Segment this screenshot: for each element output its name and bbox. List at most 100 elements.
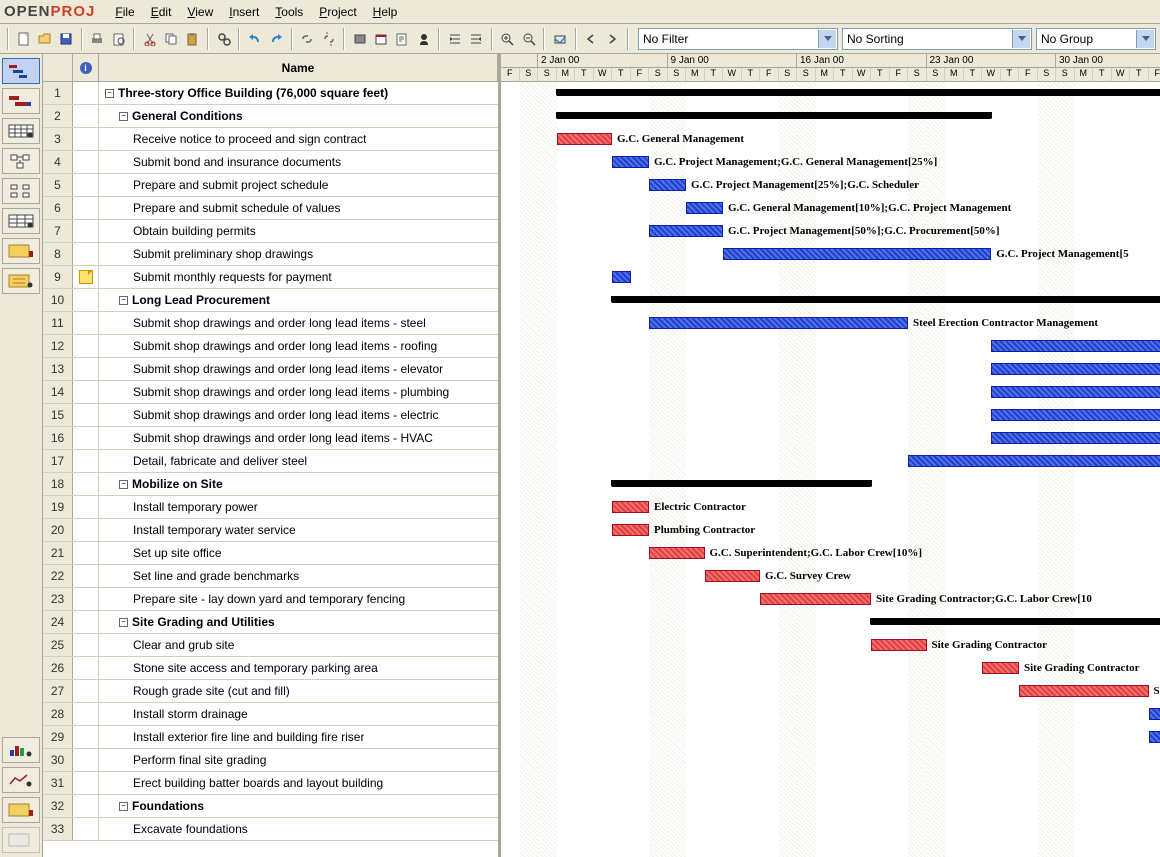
task-bar[interactable]: G.C. Survey Crew — [705, 570, 761, 582]
name-cell[interactable]: Submit bond and insurance documents — [99, 151, 498, 173]
name-cell[interactable]: Install storm drainage — [99, 703, 498, 725]
name-cell[interactable]: Erect building batter boards and layout … — [99, 772, 498, 794]
name-cell[interactable]: Submit preliminary shop drawings — [99, 243, 498, 265]
task-bar[interactable] — [991, 409, 1160, 421]
row-number[interactable]: 16 — [43, 427, 73, 449]
row-number[interactable]: 28 — [43, 703, 73, 725]
name-cell[interactable]: Rough grade site (cut and fill) — [99, 680, 498, 702]
name-cell[interactable]: Install temporary water service — [99, 519, 498, 541]
task-row[interactable]: 30 Perform final site grading — [43, 749, 498, 772]
name-cell[interactable]: Obtain building permits — [99, 220, 498, 242]
task-bar[interactable] — [991, 386, 1160, 398]
row-number[interactable]: 26 — [43, 657, 73, 679]
table-view-button[interactable] — [2, 797, 40, 823]
row-number[interactable]: 24 — [43, 611, 73, 633]
name-cell[interactable]: Stone site access and temporary parking … — [99, 657, 498, 679]
row-number[interactable]: 2 — [43, 105, 73, 127]
menu-view[interactable]: View — [179, 2, 221, 22]
task-row[interactable]: 24−Site Grading and Utilities — [43, 611, 498, 634]
copy-button[interactable] — [162, 28, 181, 50]
name-cell[interactable]: Submit shop drawings and order long lead… — [99, 427, 498, 449]
task-bar[interactable] — [991, 340, 1160, 352]
name-cell[interactable]: −Foundations — [99, 795, 498, 817]
row-number[interactable]: 33 — [43, 818, 73, 840]
row-number[interactable]: 20 — [43, 519, 73, 541]
task-info-button[interactable] — [350, 28, 369, 50]
task-bar[interactable] — [1149, 708, 1160, 720]
menu-insert[interactable]: Insert — [221, 2, 267, 22]
undo-button[interactable] — [245, 28, 264, 50]
gantt-body[interactable]: G.C. General Management G.C. Project Mana… — [501, 82, 1160, 857]
row-number[interactable]: 31 — [43, 772, 73, 794]
row-number[interactable]: 9 — [43, 266, 73, 288]
report-view-button[interactable] — [2, 238, 40, 264]
row-number[interactable]: 12 — [43, 335, 73, 357]
name-cell[interactable]: Install exterior fire line and building … — [99, 726, 498, 748]
find-button[interactable] — [214, 28, 233, 50]
task-row[interactable]: 27Rough grade site (cut and fill) — [43, 680, 498, 703]
task-row[interactable]: 20 Install temporary water service — [43, 519, 498, 542]
summary-bar[interactable] — [557, 112, 992, 119]
task-usage-button[interactable] — [2, 268, 40, 294]
task-row[interactable]: 23Prepare site - lay down yard and tempo… — [43, 588, 498, 611]
task-bar[interactable]: G.C. General Management — [557, 133, 613, 145]
redo-button[interactable] — [267, 28, 286, 50]
task-row[interactable]: 7Obtain building permits — [43, 220, 498, 243]
task-row[interactable]: 8Submit preliminary shop drawings — [43, 243, 498, 266]
menu-tools[interactable]: Tools — [267, 2, 311, 22]
open-button[interactable] — [35, 28, 54, 50]
resources-view-button[interactable] — [2, 148, 40, 174]
task-bar[interactable]: G.C. General Management[10%];G.C. Projec… — [686, 202, 723, 214]
task-bar[interactable]: Electric Contractor — [612, 501, 649, 513]
name-header[interactable]: Name — [99, 54, 498, 81]
name-cell[interactable]: Excavate foundations — [99, 818, 498, 840]
link-button[interactable] — [298, 28, 317, 50]
filter-combo[interactable]: No Filter — [638, 28, 838, 50]
row-number[interactable]: 30 — [43, 749, 73, 771]
task-row[interactable]: 31 Erect building batter boards and layou… — [43, 772, 498, 795]
task-row[interactable]: 12 Submit shop drawings and order long le… — [43, 335, 498, 358]
task-row[interactable]: 16 Submit shop drawings and order long le… — [43, 427, 498, 450]
summary-bar[interactable] — [612, 296, 1160, 303]
prev-button[interactable] — [582, 28, 601, 50]
row-number[interactable]: 1 — [43, 82, 73, 104]
collapse-icon[interactable]: − — [119, 112, 128, 121]
task-row[interactable]: 15Submit shop drawings and order long le… — [43, 404, 498, 427]
name-cell[interactable]: Prepare site - lay down yard and tempora… — [99, 588, 498, 610]
summary-bar[interactable] — [871, 618, 1160, 625]
collapse-icon[interactable]: − — [119, 296, 128, 305]
rbs-view-button[interactable] — [2, 208, 40, 234]
cut-button[interactable] — [140, 28, 159, 50]
name-cell[interactable]: −Mobilize on Site — [99, 473, 498, 495]
unlink-button[interactable] — [319, 28, 338, 50]
save-button[interactable] — [57, 28, 76, 50]
network-view-button[interactable] — [2, 118, 40, 144]
name-cell[interactable]: Submit shop drawings and order long lead… — [99, 335, 498, 357]
task-row[interactable]: 3Receive notice to proceed and sign cont… — [43, 128, 498, 151]
new-button[interactable] — [14, 28, 33, 50]
notes-button[interactable] — [393, 28, 412, 50]
task-bar[interactable]: G.C. Superintendent;G.C. Labor Crew[10%] — [649, 547, 705, 559]
row-number[interactable]: 15 — [43, 404, 73, 426]
name-cell[interactable]: Submit shop drawings and order long lead… — [99, 358, 498, 380]
row-number[interactable]: 25 — [43, 634, 73, 656]
menu-help[interactable]: Help — [365, 2, 406, 22]
name-cell[interactable]: Set line and grade benchmarks — [99, 565, 498, 587]
paste-button[interactable] — [183, 28, 202, 50]
histogram-view-button[interactable] — [2, 737, 40, 763]
task-row[interactable]: 26 Stone site access and temporary parkin… — [43, 657, 498, 680]
name-cell[interactable]: Perform final site grading — [99, 749, 498, 771]
task-row[interactable]: 14Submit shop drawings and order long le… — [43, 381, 498, 404]
row-number[interactable]: 13 — [43, 358, 73, 380]
row-number[interactable]: 18 — [43, 473, 73, 495]
task-row[interactable]: 2−General Conditions — [43, 105, 498, 128]
task-bar[interactable]: G.C. Project Management;G.C. General Man… — [612, 156, 649, 168]
name-cell[interactable]: Install temporary power — [99, 496, 498, 518]
task-row[interactable]: 19Install temporary power — [43, 496, 498, 519]
task-bar[interactable]: Site — [1019, 685, 1149, 697]
week-header[interactable]: 30 Jan 00 — [1056, 54, 1160, 67]
name-cell[interactable]: Set up site office — [99, 542, 498, 564]
row-number[interactable]: 11 — [43, 312, 73, 334]
task-bar[interactable]: G.C. Project Management[5 — [723, 248, 991, 260]
row-number[interactable]: 6 — [43, 197, 73, 219]
